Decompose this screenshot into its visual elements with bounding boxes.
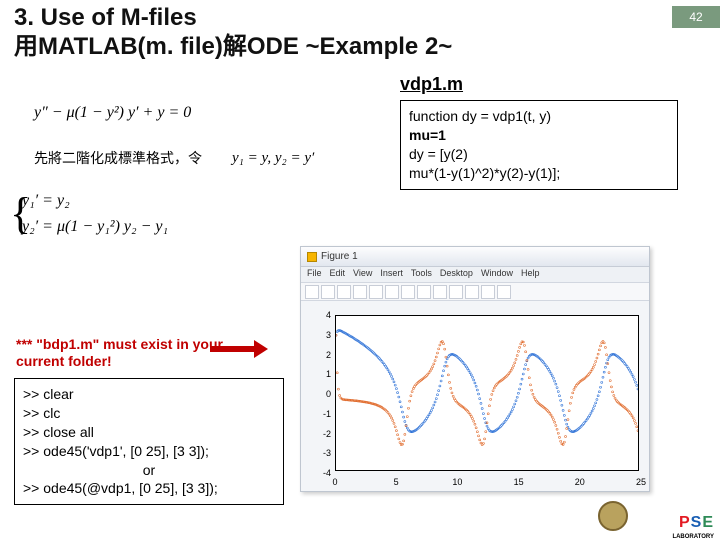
- ytick-label: 0: [305, 389, 331, 399]
- matlab-figure-window: Figure 1 File Edit View Insert Tools Des…: [300, 246, 650, 492]
- menu-item[interactable]: Help: [521, 268, 540, 281]
- figure-title: Figure 1: [321, 251, 358, 262]
- slide-title: 3. Use of M-files 用MATLAB(m. file)解ODE ~…: [14, 4, 452, 62]
- ytick-label: 3: [305, 330, 331, 340]
- xtick-label: 5: [394, 477, 399, 487]
- code-line: >> clear: [23, 385, 275, 404]
- toolbar-button[interactable]: [337, 285, 351, 299]
- toolbar-button[interactable]: [481, 285, 495, 299]
- description-text: 先將二階化成標準格式，令: [34, 148, 202, 168]
- toolbar-button[interactable]: [465, 285, 479, 299]
- university-logo: [598, 498, 668, 534]
- ytick-label: -2: [305, 429, 331, 439]
- menu-item[interactable]: Insert: [380, 268, 403, 281]
- ytick-label: -4: [305, 468, 331, 478]
- plot-axes: [335, 315, 639, 471]
- toolbar-button[interactable]: [321, 285, 335, 299]
- code-box-commands: >> clear >> clc >> close all >> ode45('v…: [14, 378, 284, 505]
- code-line: mu=1: [409, 126, 669, 145]
- menu-item[interactable]: Desktop: [440, 268, 473, 281]
- code-line: function dy = vdp1(t, y): [409, 107, 669, 126]
- substitution: y₁ = y, y₂ = y′: [232, 150, 314, 167]
- toolbar-button[interactable]: [449, 285, 463, 299]
- menu-item[interactable]: View: [353, 268, 372, 281]
- code-line: >> close all: [23, 423, 275, 442]
- page-number: 42: [672, 6, 720, 28]
- xtick-label: 10: [452, 477, 462, 487]
- toolbar-button[interactable]: [497, 285, 511, 299]
- xtick-label: 0: [332, 477, 337, 487]
- ytick-label: 1: [305, 369, 331, 379]
- arrow-icon: [210, 336, 270, 366]
- ytick-label: 4: [305, 310, 331, 320]
- menu-item[interactable]: Tools: [411, 268, 432, 281]
- code-line: >> clc: [23, 404, 275, 423]
- code-line: dy = [y(2): [409, 145, 669, 164]
- code-line: >> ode45('vdp1', [0 25], [3 3]);: [23, 442, 275, 461]
- title-line-2: 用MATLAB(m. file)解ODE ~Example 2~: [14, 33, 452, 62]
- xtick-label: 20: [575, 477, 585, 487]
- seal-icon: [598, 501, 628, 531]
- pse-sub: LABORATORY: [672, 534, 714, 540]
- toolbar-button[interactable]: [385, 285, 399, 299]
- warning-note: *** "bdp1.m" must exist in your current …: [16, 336, 236, 370]
- title-line-1: 3. Use of M-files: [14, 4, 452, 33]
- matlab-icon: [307, 252, 317, 262]
- menu-item[interactable]: Window: [481, 268, 513, 281]
- ytick-label: -1: [305, 409, 331, 419]
- toolbar-button[interactable]: [305, 285, 319, 299]
- eq-sys-1: y₁′ = y₂: [22, 188, 168, 214]
- menu-item[interactable]: Edit: [330, 268, 346, 281]
- plot-svg: [336, 316, 638, 470]
- toolbar-button[interactable]: [433, 285, 447, 299]
- equation-ode: y″ − μ(1 − y²) y′ + y = 0: [34, 104, 191, 122]
- eq-sys-2: y₂′ = μ(1 − y₁²) y₂ − y₁: [22, 214, 168, 240]
- menu-item[interactable]: File: [307, 268, 322, 281]
- mfile-name: vdp1.m: [400, 74, 463, 95]
- code-line: mu*(1-y(1)^2)*y(2)-y(1)];: [409, 164, 669, 183]
- toolbar-button[interactable]: [369, 285, 383, 299]
- code-or: or: [23, 461, 275, 480]
- figure-menubar: File Edit View Insert Tools Desktop Wind…: [301, 267, 649, 283]
- code-line: >> ode45(@vdp1, [0 25], [3 3]);: [23, 479, 275, 498]
- xtick-label: 15: [514, 477, 524, 487]
- toolbar-button[interactable]: [417, 285, 431, 299]
- ytick-label: 2: [305, 350, 331, 360]
- code-box-vdp1: function dy = vdp1(t, y) mu=1 dy = [y(2)…: [400, 100, 678, 190]
- toolbar-button[interactable]: [401, 285, 415, 299]
- equation-system: y₁′ = y₂ y₂′ = μ(1 − y₁²) y₂ − y₁: [22, 188, 168, 239]
- figure-titlebar: Figure 1: [301, 247, 649, 267]
- xtick-label: 25: [636, 477, 646, 487]
- ytick-label: -3: [305, 448, 331, 458]
- toolbar-button[interactable]: [353, 285, 367, 299]
- figure-toolbar: [301, 283, 649, 301]
- pse-logo: PSE: [679, 514, 714, 532]
